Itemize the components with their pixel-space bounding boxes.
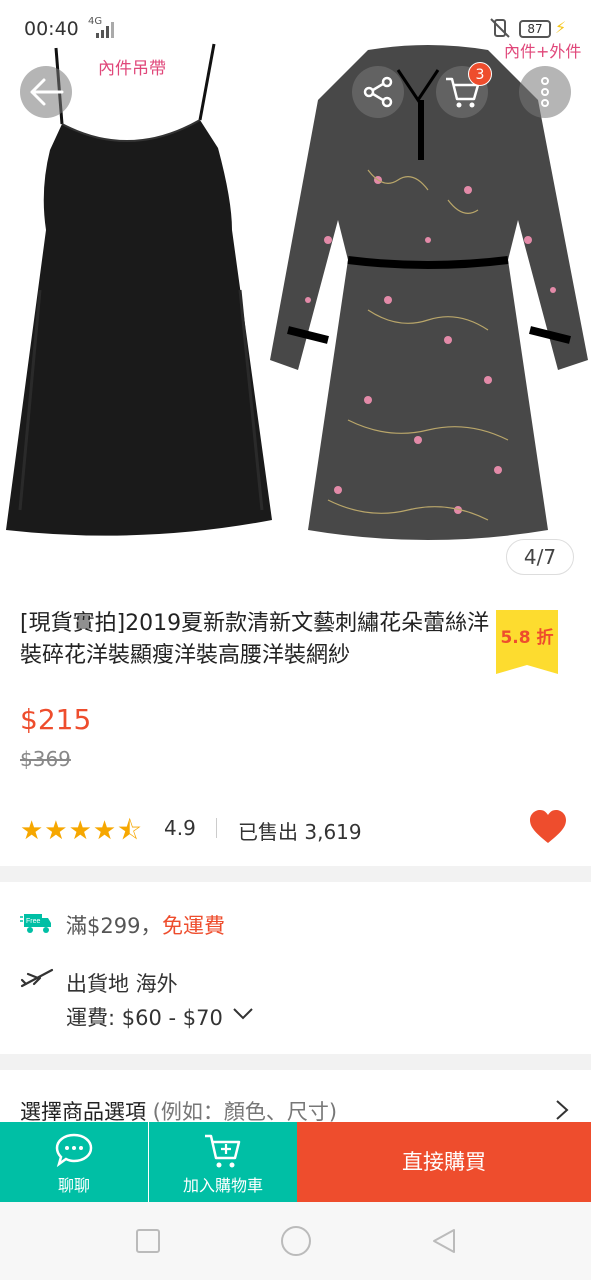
chat-button[interactable]: 聊聊: [0, 1122, 148, 1202]
arrow-left-icon: [30, 78, 64, 106]
status-bar: 00:40 4G 87 ⚡: [0, 0, 591, 60]
divider: [216, 818, 217, 838]
shipping-info-row[interactable]: 出貨地 海外 運費: $60 - $70: [20, 966, 580, 1036]
add-to-cart-label: 加入購物車: [182, 1176, 263, 1195]
sold-count: 已售出 3,619: [238, 820, 362, 844]
free-icon-text: Free: [26, 918, 41, 925]
product-title: [現貨實拍]2019夏新款清新文藝刺繡花朵蕾絲洋裝碎花洋裝顯瘦洋裝高腰洋裝網紗: [20, 611, 490, 668]
free-shipping-truck-icon: Free: [20, 914, 51, 933]
star-rating-icon: ★★★★⯪: [20, 816, 143, 846]
rating-row: ★★★★⯪ 4.9 已售出 3,619: [20, 810, 571, 846]
status-time: 00:40: [24, 18, 79, 40]
buy-now-button[interactable]: 直接購買: [297, 1122, 591, 1202]
product-image-gallery[interactable]: 內件吊帶 內件+外件 3 4/7: [0, 0, 591, 590]
free-shipping-row: Free 滿$299， 免運費: [20, 910, 580, 940]
charging-icon: ⚡: [555, 18, 567, 37]
discount-badge: 5.8 折: [496, 610, 558, 674]
add-to-cart-button[interactable]: 加入購物車: [149, 1122, 297, 1202]
original-price: $369: [20, 747, 71, 771]
chat-label: 聊聊: [57, 1176, 90, 1195]
home-button[interactable]: [281, 1226, 311, 1256]
free-shipping-threshold: 滿$299，: [66, 914, 162, 938]
system-nav-bar: [0, 1202, 591, 1280]
share-button[interactable]: [352, 66, 404, 118]
product-page: 內件吊帶 內件+外件 3 4/7 00:40 4G 87 ⚡ [現貨實拍]201…: [0, 0, 591, 1280]
bottom-action-bar: 聊聊 加入購物車 直接購買: [0, 1122, 591, 1202]
chevron-right-icon: [556, 1100, 569, 1120]
airplane-icon: [20, 968, 54, 988]
more-vertical-icon: [541, 77, 549, 107]
cart-button[interactable]: 3: [436, 62, 492, 118]
recent-apps-button[interactable]: [136, 1229, 160, 1253]
ship-origin: 出貨地 海外: [66, 972, 178, 996]
section-divider: [0, 1054, 591, 1070]
free-shipping-label: 免運費: [162, 914, 225, 938]
add-to-cart-icon: [205, 1134, 241, 1168]
image-counter: 4/7: [506, 539, 574, 575]
back-button[interactable]: [20, 66, 72, 118]
more-options-button[interactable]: [519, 66, 571, 118]
section-divider: [0, 866, 591, 882]
shipping-fee: 運費: $60 - $70: [66, 1006, 223, 1030]
share-icon: [363, 76, 393, 108]
options-hint: (例如：顏色、尺寸): [146, 1100, 338, 1124]
system-back-button[interactable]: [430, 1227, 458, 1255]
vibrate-mute-icon: [490, 18, 510, 38]
product-price: $215: [20, 703, 92, 736]
chevron-down-icon[interactable]: [232, 1002, 254, 1024]
signal-icon: [96, 22, 114, 38]
battery-icon: 87: [519, 20, 551, 38]
cart-count-badge: 3: [468, 62, 492, 86]
heart-icon[interactable]: [529, 810, 567, 844]
options-label: 選擇商品選項: [20, 1100, 146, 1124]
chat-bubble-icon: [55, 1133, 93, 1168]
rating-value: 4.9: [164, 816, 196, 840]
